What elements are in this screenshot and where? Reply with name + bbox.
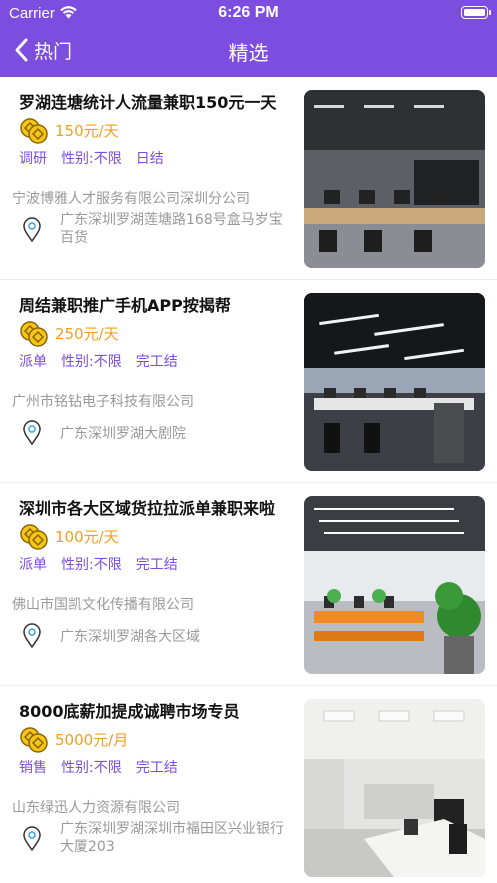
job-title: 深圳市各大区域货拉拉派单兼职来啦 [19, 499, 276, 518]
coin-icon [20, 321, 48, 347]
company-name: 山东绿迅人力资源有限公司 [12, 800, 180, 816]
tag-gender: 性别:不限 [61, 151, 122, 167]
office-photo [304, 90, 485, 268]
job-card[interactable]: 罗湖连塘统计人流量兼职150元一天 150元/天 调研 性别:不限 日结 宁波博… [0, 77, 497, 280]
tag-category: 调研 [19, 151, 47, 167]
coin-icon [20, 727, 48, 753]
battery-icon [461, 6, 491, 19]
location-pin-icon [23, 217, 41, 243]
job-list: 罗湖连塘统计人流量兼职150元一天 150元/天 调研 性别:不限 日结 宁波博… [0, 77, 497, 883]
location-pin-icon [23, 826, 41, 852]
salary-label: 5000元/月 [55, 731, 129, 749]
tag-gender: 性别:不限 [61, 760, 122, 776]
tag-payment: 完工结 [135, 354, 178, 370]
tag-gender: 性别:不限 [61, 557, 122, 573]
status-time: 6:26 PM [218, 4, 279, 21]
tag-payment: 完工结 [135, 557, 178, 573]
tag-category: 销售 [19, 760, 47, 776]
office-photo [304, 699, 485, 877]
coin-icon [20, 118, 48, 144]
location-pin-icon [23, 420, 41, 446]
salary-label: 100元/天 [55, 528, 119, 546]
tag-payment: 完工结 [135, 760, 178, 776]
page-title: 精选 [228, 41, 269, 65]
job-address: 广东深圳罗湖莲塘路168号盒马岁宝百货 [60, 212, 283, 246]
company-name: 佛山市国凯文化传播有限公司 [12, 597, 194, 613]
office-photo [304, 496, 485, 674]
coin-icon [20, 524, 48, 550]
salary-label: 250元/天 [55, 325, 119, 343]
job-title: 8000底薪加提成诚聘市场专员 [19, 702, 240, 721]
tag-category: 派单 [19, 557, 47, 573]
job-title: 罗湖连塘统计人流量兼职150元一天 [19, 93, 277, 112]
tag-list: 调研 性别:不限 日结 [19, 148, 178, 168]
job-address: 广东深圳罗湖深圳市福田区兴业银行大厦203 [60, 821, 284, 855]
job-card[interactable]: 深圳市各大区域货拉拉派单兼职来啦 100元/天 派单 性别:不限 完工结 佛山市… [0, 483, 497, 686]
nav-header: Carrier 6:26 PM 热门 精选 [0, 0, 497, 77]
tag-list: 销售 性别:不限 完工结 [19, 757, 192, 777]
job-address: 广东深圳罗湖大剧院 [60, 426, 186, 442]
tag-payment: 日结 [135, 151, 164, 167]
salary-label: 150元/天 [55, 122, 119, 140]
tag-category: 派单 [19, 354, 47, 370]
location-pin-icon [23, 623, 41, 649]
tag-gender: 性别:不限 [61, 354, 122, 370]
office-photo [304, 293, 485, 471]
job-address: 广东深圳罗湖各大区域 [60, 629, 200, 645]
job-card[interactable]: 周结兼职推广手机APP按揭帮 250元/天 派单 性别:不限 完工结 广州市铭钻… [0, 280, 497, 483]
tag-list: 派单 性别:不限 完工结 [19, 554, 192, 574]
job-title: 周结兼职推广手机APP按揭帮 [19, 296, 231, 315]
job-card[interactable]: 8000底薪加提成诚聘市场专员 5000元/月 销售 性别:不限 完工结 山东绿… [0, 686, 497, 883]
company-name: 宁波博雅人才服务有限公司深圳分公司 [12, 191, 250, 207]
status-bar: Carrier 6:26 PM [0, 0, 497, 26]
tag-list: 派单 性别:不限 完工结 [19, 351, 192, 371]
company-name: 广州市铭钻电子科技有限公司 [12, 394, 194, 410]
